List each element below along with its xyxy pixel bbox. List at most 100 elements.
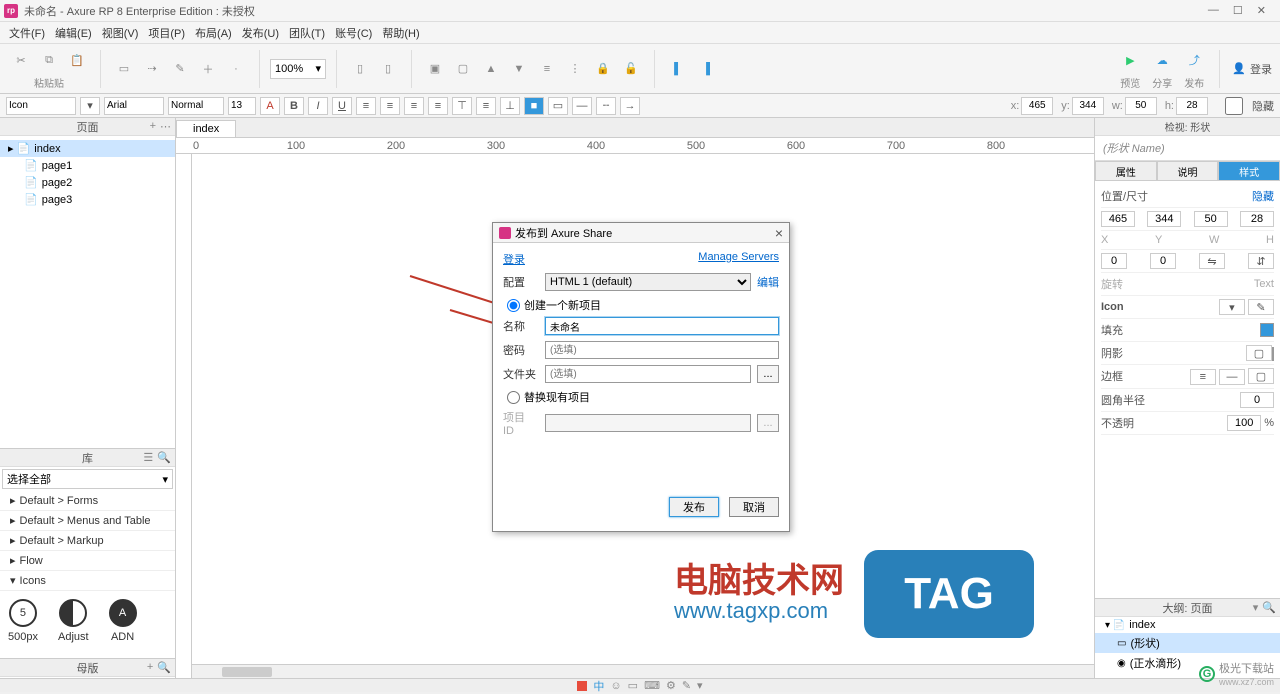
distribute-icon[interactable]: ⋮ [562,56,588,82]
shadow-color-swatch[interactable] [1272,347,1274,361]
fill-color-swatch[interactable] [1260,323,1274,337]
h-input[interactable] [1176,97,1208,115]
tab-style[interactable]: 样式 [1218,161,1280,181]
manage-servers-link[interactable]: Manage Servers [698,251,779,267]
radio-replace-project[interactable] [507,391,520,404]
publish-button[interactable]: ⤴ [1181,47,1207,73]
outline-shape[interactable]: ▭ (形状) [1095,633,1280,653]
shape-name-field[interactable]: (形状 Name) [1095,136,1280,161]
login-button[interactable]: 👤 登录 [1232,61,1272,77]
ungroup-icon[interactable]: ▢ [450,56,476,82]
dock-left-icon[interactable]: ▌ [665,56,691,82]
flip-v-icon[interactable]: ⇵ [1248,253,1274,269]
align-r-icon[interactable]: ≡ [428,97,448,115]
share-button[interactable]: ☁ [1149,47,1175,73]
underline-icon[interactable]: U [332,97,352,115]
lock-icon[interactable]: 🔒 [590,56,616,82]
y-input[interactable] [1072,97,1104,115]
menu-account[interactable]: 账号(C) [332,23,375,43]
italic-icon[interactable]: I [308,97,328,115]
add-page-icon[interactable]: + [150,120,156,133]
font-combo[interactable] [104,97,164,115]
preview-button[interactable]: ▶ [1117,47,1143,73]
fill-color-icon[interactable]: ■ [524,97,544,115]
valign-m-icon[interactable]: ≡ [476,97,496,115]
insp-w[interactable] [1194,211,1228,227]
lib-search-icon[interactable]: ☰ [143,451,153,464]
align-l-icon[interactable]: ≡ [380,97,400,115]
tab-properties[interactable]: 属性 [1095,161,1157,181]
outer-shadow-icon[interactable]: ▢ [1246,345,1272,361]
align-icon[interactable]: ≡ [534,56,560,82]
line-color-icon[interactable]: ▭ [548,97,568,115]
bullets-icon[interactable]: ≡ [356,97,376,115]
cancel-button-dialog[interactable]: 取消 [729,497,779,517]
border-side-icon[interactable]: ▢ [1248,368,1274,384]
bold-icon[interactable]: B [284,97,304,115]
connect-mode-icon[interactable]: ⇢ [139,56,165,82]
valign-t-icon[interactable]: ⊤ [452,97,472,115]
edit-config-link[interactable]: 编辑 [757,274,779,290]
lib-select-combo[interactable]: 选择全部▾ [2,469,173,489]
tab-notes[interactable]: 说明 [1157,161,1219,181]
group-icon[interactable]: ▣ [422,56,448,82]
add-master-icon[interactable]: + [147,661,153,674]
login-link[interactable]: 登录 [503,251,525,267]
page-item-page3[interactable]: 📄 page3 [0,191,175,208]
menu-view[interactable]: 视图(V) [99,23,142,43]
unlock-icon[interactable]: 🔓 [618,56,644,82]
paste-icon[interactable]: 📋 [64,47,90,73]
lib-cat-forms[interactable]: ▸ Default > Forms [0,491,175,511]
insp-h[interactable] [1240,211,1274,227]
style-combo[interactable]: ▾ [1219,299,1245,315]
lib-cat-menus[interactable]: ▸ Default > Menus and Table [0,511,175,531]
align-left-icon[interactable]: ▯ [347,56,373,82]
insp-y[interactable] [1147,211,1181,227]
shape-type-combo[interactable] [6,97,76,115]
dock-right-icon[interactable]: ▐ [693,56,719,82]
h-scrollbar[interactable] [192,664,1094,678]
menu-help[interactable]: 帮助(H) [379,23,422,43]
outline-search-icon[interactable]: 🔍 [1262,601,1276,614]
font-color-icon[interactable]: A [260,97,280,115]
lib-cat-icons[interactable]: ▾ Icons [0,571,175,591]
border-style-icon[interactable]: — [1219,369,1245,385]
radio-new-project[interactable] [507,299,520,312]
line-width-icon[interactable]: — [572,97,592,115]
menu-project[interactable]: 项目(P) [145,23,188,43]
front-icon[interactable]: ▲ [478,56,504,82]
lib-icon-500px[interactable]: 5500px [8,599,38,643]
radius-input[interactable] [1240,392,1274,408]
minimize-button[interactable]: — [1208,4,1219,17]
opacity-input[interactable] [1227,415,1261,431]
flip-h-icon[interactable]: ⇋ [1199,253,1225,269]
copy-icon[interactable]: ⧉ [36,47,62,73]
hide-link[interactable]: 隐藏 [1252,188,1274,204]
back-icon[interactable]: ▼ [506,56,532,82]
select-mode-icon[interactable]: ▭ [111,56,137,82]
point-icon[interactable]: · [223,56,249,82]
publish-button-dialog[interactable]: 发布 [669,497,719,517]
browse-folder-button[interactable]: ... [757,365,779,383]
dropdown-icon[interactable]: ▾ [80,97,100,115]
page-menu-icon[interactable]: ⋯ [160,120,171,133]
close-button[interactable]: ✕ [1257,4,1266,17]
lib-cat-markup[interactable]: ▸ Default > Markup [0,531,175,551]
outline-filter-icon[interactable]: ▾ [1253,601,1259,614]
page-item-page2[interactable]: 📄 page2 [0,174,175,191]
font-size-input[interactable] [228,97,256,115]
w-input[interactable] [1125,97,1157,115]
align-right-icon[interactable]: ▯ [375,56,401,82]
insert-icon[interactable]: ＋ [195,56,221,82]
password-input[interactable] [545,341,779,359]
lib-cat-flow[interactable]: ▸ Flow [0,551,175,571]
folder-input[interactable] [545,365,751,383]
dialog-close-button[interactable]: × [775,225,783,241]
lib-zoom-icon[interactable]: 🔍 [157,451,171,464]
page-item-page1[interactable]: 📄 page1 [0,157,175,174]
outline-root[interactable]: ▾ 📄 index [1095,617,1280,633]
menu-team[interactable]: 团队(T) [286,23,328,43]
format-painter-icon[interactable]: ✎ [167,56,193,82]
valign-b-icon[interactable]: ⊥ [500,97,520,115]
hidden-checkbox[interactable] [1218,97,1250,115]
